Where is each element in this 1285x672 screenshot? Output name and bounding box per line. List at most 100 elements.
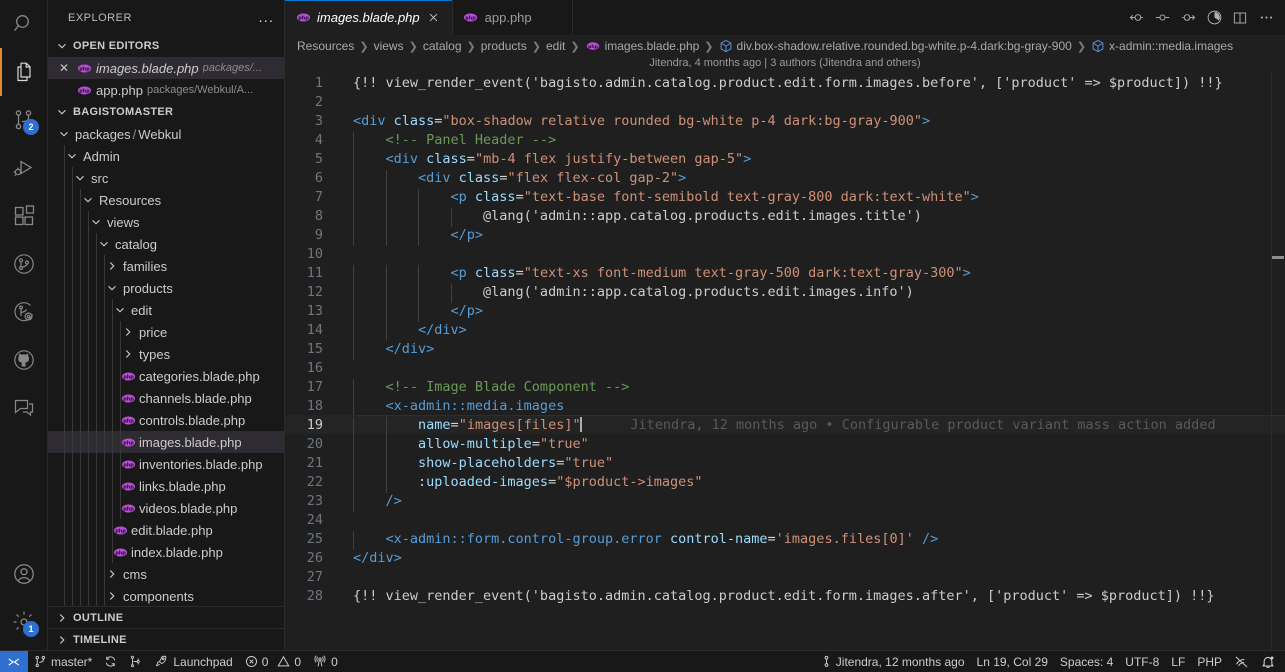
- tree-file-categories-blade-php[interactable]: php categories.blade.php: [48, 365, 284, 387]
- source-control-icon[interactable]: 2: [0, 96, 47, 144]
- code-lines[interactable]: 1 {!! view_render_event('bagisto.admin.ca…: [285, 73, 1285, 650]
- code-line[interactable]: 16: [285, 358, 1285, 377]
- status-encoding[interactable]: UTF-8: [1119, 651, 1165, 672]
- close-icon[interactable]: ✕: [56, 61, 72, 75]
- code-line[interactable]: 22 :uploaded-images="$product->images": [285, 472, 1285, 493]
- more-actions-icon[interactable]: [1255, 7, 1277, 29]
- code-line[interactable]: 21 show-placeholders="true": [285, 453, 1285, 474]
- toggle-blame-icon[interactable]: [1203, 7, 1225, 29]
- code-line[interactable]: 12 @lang('admin::app.catalog.products.ed…: [285, 282, 1285, 303]
- tree-folder-families[interactable]: families: [48, 255, 284, 277]
- git-graph-icon[interactable]: [0, 240, 47, 288]
- code-line[interactable]: 1 {!! view_render_event('bagisto.admin.ca…: [285, 73, 1285, 92]
- status-eol[interactable]: LF: [1165, 651, 1191, 672]
- timeline-section-header[interactable]: TIMELINE: [48, 628, 284, 650]
- tab-images-blade-php[interactable]: php images.blade.php: [285, 0, 453, 35]
- line-number[interactable]: 2: [285, 94, 337, 110]
- split-editor-icon[interactable]: [1229, 7, 1251, 29]
- breadcrumb-item-products[interactable]: products: [481, 39, 527, 53]
- tree-file-controls-blade-php[interactable]: php controls.blade.php: [48, 409, 284, 431]
- breadcrumb-item-edit[interactable]: edit: [546, 39, 565, 53]
- tree-folder-src[interactable]: src: [48, 167, 284, 189]
- line-number[interactable]: 22: [285, 474, 337, 490]
- workspace-folder-header[interactable]: BAGISTOMASTER: [48, 101, 284, 123]
- line-number[interactable]: 4: [285, 132, 337, 148]
- sidebar-more-actions-icon[interactable]: ...: [258, 10, 274, 25]
- tree-folder-types[interactable]: types: [48, 343, 284, 365]
- line-number[interactable]: 12: [285, 284, 337, 300]
- line-number[interactable]: 9: [285, 227, 337, 243]
- open-editors-header[interactable]: OPEN EDITORS: [48, 35, 284, 57]
- line-number[interactable]: 28: [285, 588, 337, 604]
- line-number[interactable]: 5: [285, 151, 337, 167]
- status-sync[interactable]: [98, 651, 123, 672]
- search-icon[interactable]: [0, 0, 47, 48]
- go-forward-commit-icon[interactable]: [1177, 7, 1199, 29]
- code-line[interactable]: 18 <x-admin::media.images: [285, 396, 1285, 417]
- line-number[interactable]: 6: [285, 170, 337, 186]
- line-number[interactable]: 17: [285, 379, 337, 395]
- tab-app-php[interactable]: php app.php: [452, 0, 573, 35]
- tree-folder-price[interactable]: price: [48, 321, 284, 343]
- extensions-icon[interactable]: [0, 192, 47, 240]
- status-prettier[interactable]: [1228, 651, 1255, 672]
- code-line[interactable]: 14 </div>: [285, 320, 1285, 341]
- code-line[interactable]: 19 name="images[files]" Jitendra, 12 mon…: [285, 415, 1285, 436]
- code-line[interactable]: 26 </div>: [285, 548, 1285, 567]
- tree-folder-Resources[interactable]: Resources: [48, 189, 284, 211]
- tree-folder-catalog[interactable]: catalog: [48, 233, 284, 255]
- line-number[interactable]: 25: [285, 531, 337, 547]
- github-icon[interactable]: [0, 336, 47, 384]
- open-editor-item-images[interactable]: ✕ php images.blade.php packages/...: [48, 57, 284, 79]
- open-editor-item-app[interactable]: ✕ php app.php packages/Webkul/A...: [48, 79, 284, 101]
- tree-folder-edit[interactable]: edit: [48, 299, 284, 321]
- code-line[interactable]: 9 </p>: [285, 225, 1285, 246]
- go-back-commit-icon[interactable]: [1125, 7, 1147, 29]
- code-line[interactable]: 15 </div>: [285, 339, 1285, 360]
- code-line[interactable]: 8 @lang('admin::app.catalog.products.edi…: [285, 206, 1285, 227]
- status-blame[interactable]: Jitendra, 12 months ago: [815, 651, 971, 672]
- code-line[interactable]: 6 <div class="flex flex-col gap-2">: [285, 168, 1285, 189]
- line-number[interactable]: 11: [285, 265, 337, 281]
- breadcrumb-item-symbol-xadmin[interactable]: x-admin::media.images: [1091, 39, 1233, 53]
- account-icon[interactable]: [0, 550, 47, 598]
- code-line[interactable]: 2: [285, 92, 1285, 111]
- explorer-icon[interactable]: [0, 48, 47, 96]
- code-line[interactable]: 5 <div class="mb-4 flex justify-between …: [285, 149, 1285, 170]
- line-number[interactable]: 20: [285, 436, 337, 452]
- tree-file-inventories-blade-php[interactable]: php inventories.blade.php: [48, 453, 284, 475]
- line-number[interactable]: 13: [285, 303, 337, 319]
- tree-folder-Admin[interactable]: Admin: [48, 145, 284, 167]
- code-line[interactable]: 4 <!-- Panel Header -->: [285, 130, 1285, 151]
- breadcrumb-item-resources[interactable]: Resources: [297, 39, 354, 53]
- breadcrumb-item-file[interactable]: php images.blade.php: [585, 38, 699, 54]
- status-notifications[interactable]: [1255, 651, 1281, 672]
- code-line[interactable]: 27: [285, 567, 1285, 586]
- status-branch[interactable]: master*: [28, 651, 98, 672]
- code-line[interactable]: 23 />: [285, 491, 1285, 512]
- tree-file-index-blade-php[interactable]: php index.blade.php: [48, 541, 284, 563]
- tree-file-videos-blade-php[interactable]: php videos.blade.php: [48, 497, 284, 519]
- status-git-graph[interactable]: [123, 651, 148, 672]
- status-cursor-position[interactable]: Ln 19, Col 29: [971, 651, 1054, 672]
- line-number[interactable]: 26: [285, 550, 337, 566]
- line-number[interactable]: 27: [285, 569, 337, 585]
- settings-gear-icon[interactable]: 1: [0, 598, 47, 646]
- code-line[interactable]: 20 allow-multiple="true": [285, 434, 1285, 455]
- remote-window-indicator[interactable]: [0, 650, 28, 672]
- line-number[interactable]: 21: [285, 455, 337, 471]
- comments-icon[interactable]: [0, 384, 47, 432]
- tree-file-channels-blade-php[interactable]: php channels.blade.php: [48, 387, 284, 409]
- status-launchpad[interactable]: Launchpad: [148, 651, 238, 672]
- code-line[interactable]: 24: [285, 510, 1285, 529]
- tree-folder-cms[interactable]: cms: [48, 563, 284, 585]
- tree-folder-packages[interactable]: packages / Webkul: [48, 123, 284, 145]
- tree-folder-views[interactable]: views: [48, 211, 284, 233]
- breadcrumb-item-views[interactable]: views: [374, 39, 404, 53]
- tree-file-edit-blade-php[interactable]: php edit.blade.php: [48, 519, 284, 541]
- code-line[interactable]: 13 </p>: [285, 301, 1285, 322]
- status-language-mode[interactable]: PHP: [1191, 651, 1228, 672]
- code-line[interactable]: 11 <p class="text-xs font-medium text-gr…: [285, 263, 1285, 284]
- tree-folder-components[interactable]: components: [48, 585, 284, 606]
- line-number[interactable]: 19: [285, 417, 337, 433]
